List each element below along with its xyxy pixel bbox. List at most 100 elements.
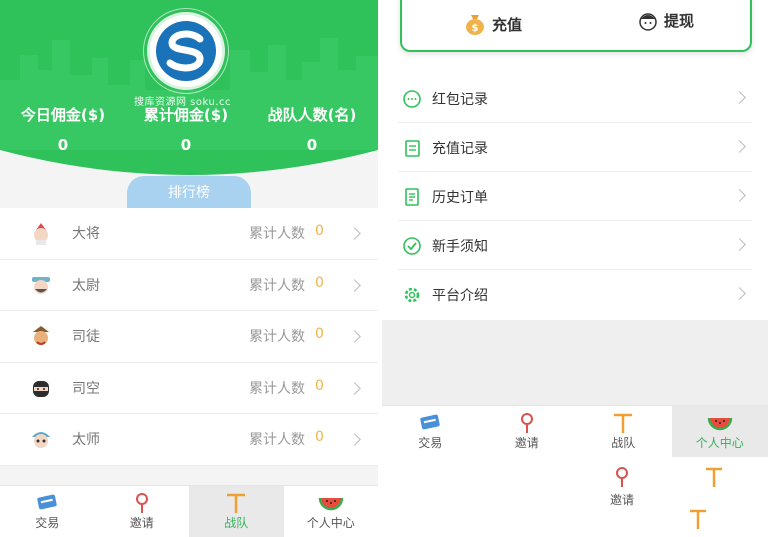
profile-screen: $ 充值 提现 红包记录 充值记录 历史订单 新手须知 平台介绍 交易 邀请 战… bbox=[382, 0, 768, 537]
stat-value: 0 bbox=[306, 136, 318, 154]
money-bag-icon: $ bbox=[466, 15, 484, 35]
withdraw-button[interactable]: 提现 bbox=[638, 10, 694, 31]
team-flag-icon bbox=[614, 413, 633, 433]
wallet-actions-card: $ 充值 提现 bbox=[400, 0, 752, 52]
menu-label: 新手须知 bbox=[432, 239, 488, 255]
rank-name: 太尉 bbox=[72, 277, 100, 294]
menu-item-recharge-history[interactable]: 充值记录 bbox=[398, 123, 752, 172]
rank-count-value: 0 bbox=[315, 377, 324, 394]
stat-label: 战队人数(名) bbox=[267, 106, 357, 124]
recharge-button[interactable]: $ 充值 bbox=[464, 12, 522, 36]
team-flag-icon bbox=[706, 467, 722, 487]
stat-label: 今日佣金($) bbox=[20, 106, 106, 124]
tab-profile[interactable]: 个人中心 bbox=[284, 486, 379, 537]
tab-label: 战队 bbox=[224, 516, 249, 530]
ghost-team-flag bbox=[700, 466, 728, 491]
menu-item-platform-intro[interactable]: 平台介绍 bbox=[398, 270, 752, 319]
stat-value: 0 bbox=[57, 136, 69, 154]
menu-label: 红包记录 bbox=[432, 92, 488, 108]
tab-label: 个人中心 bbox=[695, 436, 744, 450]
rank-count-value: 0 bbox=[315, 326, 324, 342]
ghost-team-flag-2 bbox=[684, 508, 712, 533]
tab-label: 个人中心 bbox=[306, 516, 355, 530]
menu-item-order-history[interactable]: 历史订单 bbox=[398, 172, 752, 221]
chevron-right-icon bbox=[348, 278, 361, 292]
menu-label: 平台介绍 bbox=[432, 288, 488, 304]
tab-label: 交易 bbox=[418, 436, 443, 450]
team-flag-icon bbox=[227, 493, 246, 513]
chat-bubble-icon bbox=[403, 90, 421, 108]
stat-value: 0 bbox=[180, 136, 192, 154]
ghost-label: 邀请 bbox=[609, 493, 634, 507]
menu-label: 历史订单 bbox=[432, 190, 488, 206]
tab-invite[interactable]: 邀请 bbox=[95, 486, 190, 537]
invite-pin-icon bbox=[616, 467, 628, 487]
rank-row[interactable]: 司空 累计人数 0 bbox=[0, 363, 378, 414]
recharge-label: 充值 bbox=[492, 15, 523, 34]
minister-avatar-icon bbox=[33, 326, 49, 345]
ledger-icon bbox=[405, 140, 420, 157]
master-avatar-icon bbox=[32, 432, 50, 448]
document-icon bbox=[405, 188, 419, 206]
rank-row[interactable]: 大将 累计人数 0 bbox=[0, 208, 378, 260]
rank-count-label: 累计人数 bbox=[249, 432, 305, 448]
tab-team[interactable]: 战队 bbox=[189, 486, 284, 537]
rank-row[interactable]: 太师 累计人数 0 bbox=[0, 414, 378, 466]
bottom-tab-bar: 交易 邀请 战队 个人中心 bbox=[382, 405, 768, 457]
leaderboard-button[interactable]: 排行榜 bbox=[127, 176, 251, 210]
chevron-right-icon bbox=[733, 91, 746, 104]
rank-count-value: 0 bbox=[315, 223, 324, 239]
rank-row[interactable]: 司徒 累计人数 0 bbox=[0, 311, 378, 363]
stat-label: 累计佣金($) bbox=[143, 106, 229, 124]
svg-text:$: $ bbox=[472, 23, 479, 34]
tab-profile[interactable]: 个人中心 bbox=[671, 406, 768, 457]
tab-invite[interactable]: 邀请 bbox=[479, 406, 576, 457]
trade-card-icon bbox=[420, 414, 440, 430]
rank-name: 太师 bbox=[72, 432, 100, 448]
tab-trade[interactable]: 交易 bbox=[382, 406, 479, 457]
stat-team-size: 战队人数(名) 0 bbox=[264, 104, 360, 154]
rank-name: 司空 bbox=[72, 380, 100, 397]
tab-label: 邀请 bbox=[514, 436, 539, 450]
invite-pin-icon bbox=[135, 493, 148, 513]
chevron-right-icon bbox=[733, 287, 746, 300]
logo-s-icon bbox=[156, 21, 216, 81]
chevron-right-icon bbox=[348, 433, 361, 446]
menu-item-beginner-guide[interactable]: 新手须知 bbox=[398, 221, 752, 270]
chevron-right-icon bbox=[733, 238, 746, 251]
stat-total-commission: 累计佣金($) 0 bbox=[140, 104, 232, 154]
chevron-right-icon bbox=[733, 189, 746, 202]
rank-count-label: 累计人数 bbox=[249, 226, 305, 242]
bottom-tab-bar: 交易 邀请 战队 个人中心 bbox=[0, 485, 378, 537]
stat-today-commission: 今日佣金($) 0 bbox=[18, 104, 108, 154]
menu-item-red-packet[interactable]: 红包记录 bbox=[398, 74, 752, 123]
rank-count-value: 0 bbox=[315, 274, 324, 291]
tab-team[interactable]: 战队 bbox=[575, 406, 672, 457]
menu-label: 充值记录 bbox=[432, 141, 488, 157]
tab-label: 战队 bbox=[611, 436, 636, 450]
invite-pin-icon bbox=[520, 413, 533, 433]
gear-icon bbox=[404, 287, 420, 303]
trade-card-icon bbox=[37, 494, 57, 510]
tab-trade[interactable]: 交易 bbox=[0, 486, 95, 537]
tab-label: 邀请 bbox=[129, 516, 154, 530]
screenshot-root: 搜库资源网 soku.cc 今日佣金($) 0 累计佣金($) 0 战队人数(名… bbox=[0, 0, 768, 537]
watermelon-icon bbox=[318, 497, 343, 511]
withdraw-label: 提现 bbox=[664, 12, 695, 30]
team-header: 搜库资源网 soku.cc 今日佣金($) 0 累计佣金($) 0 战队人数(名… bbox=[0, 0, 378, 190]
check-circle-icon bbox=[403, 237, 421, 255]
empty-content-area bbox=[382, 320, 768, 405]
rank-list: 大将 累计人数 0 太尉 累计人数 0 司徒 累计人数 0 司空 累计人数 0 … bbox=[0, 208, 378, 466]
tab-label: 交易 bbox=[35, 516, 60, 530]
rank-name: 司徒 bbox=[72, 329, 100, 345]
watermelon-icon bbox=[707, 417, 732, 431]
ninja-avatar-icon bbox=[33, 380, 49, 397]
rank-count-value: 0 bbox=[315, 429, 324, 445]
chevron-right-icon bbox=[348, 227, 361, 240]
rank-count-label: 累计人数 bbox=[249, 277, 305, 294]
team-screen: 搜库资源网 soku.cc 今日佣金($) 0 累计佣金($) 0 战队人数(名… bbox=[0, 0, 378, 537]
captain-avatar-icon bbox=[32, 276, 50, 294]
general-avatar-icon bbox=[34, 223, 48, 245]
rank-row[interactable]: 太尉 累计人数 0 bbox=[0, 260, 378, 311]
chevron-right-icon bbox=[733, 140, 746, 153]
